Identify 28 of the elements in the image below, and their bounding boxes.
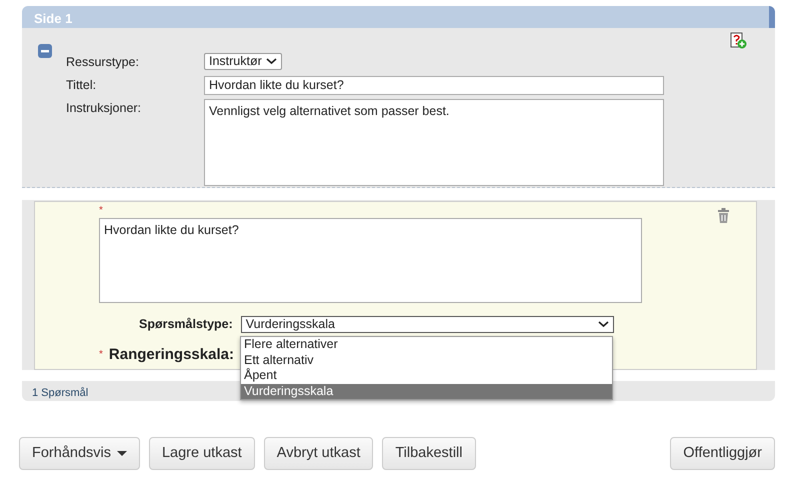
dropdown-option[interactable]: Flere alternativer	[241, 337, 612, 352]
action-button[interactable]: Avbryt utkast	[264, 437, 374, 470]
required-mark: *	[99, 206, 103, 216]
dropdown-option[interactable]: Vurderingsskala	[241, 384, 612, 399]
page-title: Side 1	[22, 6, 775, 28]
chevron-down-icon	[266, 58, 277, 65]
dropdown-option[interactable]: Ett alternativ	[241, 352, 612, 368]
question-type-select[interactable]: Vurderingsskala	[240, 316, 614, 333]
resource-type-select[interactable]: Instruktør	[204, 53, 282, 70]
collapse-icon[interactable]	[38, 44, 52, 58]
action-button[interactable]: Tilbakestill	[382, 437, 476, 470]
question-type-label: Spørsmålstype:	[139, 316, 233, 333]
rating-scale-label: Rangeringsskala:	[108, 344, 234, 365]
instructions-field[interactable]: Vennligst velg alternativet som passer best.	[204, 98, 664, 186]
title-field[interactable]: Hvordan likte du kurset?	[204, 76, 664, 95]
required-mark: *	[99, 350, 103, 360]
add-question-icon[interactable]	[730, 32, 747, 49]
question-field[interactable]: Hvordan likte du kurset?	[99, 218, 642, 303]
field-label: Instruksjoner:	[66, 100, 142, 117]
preview-dropdown-button[interactable]: Forhåndsvis	[19, 437, 140, 470]
dropdown-option[interactable]: Åpent	[241, 368, 612, 384]
trash-icon[interactable]	[717, 208, 730, 223]
field-label: Ressurstype:	[66, 54, 140, 71]
action-button[interactable]: Lagre utkast	[148, 437, 255, 470]
field-label: Tittel:	[66, 76, 98, 94]
chevron-down-icon	[598, 320, 609, 328]
caret-icon	[116, 451, 127, 456]
action-button[interactable]: Offentliggjør	[670, 437, 775, 470]
